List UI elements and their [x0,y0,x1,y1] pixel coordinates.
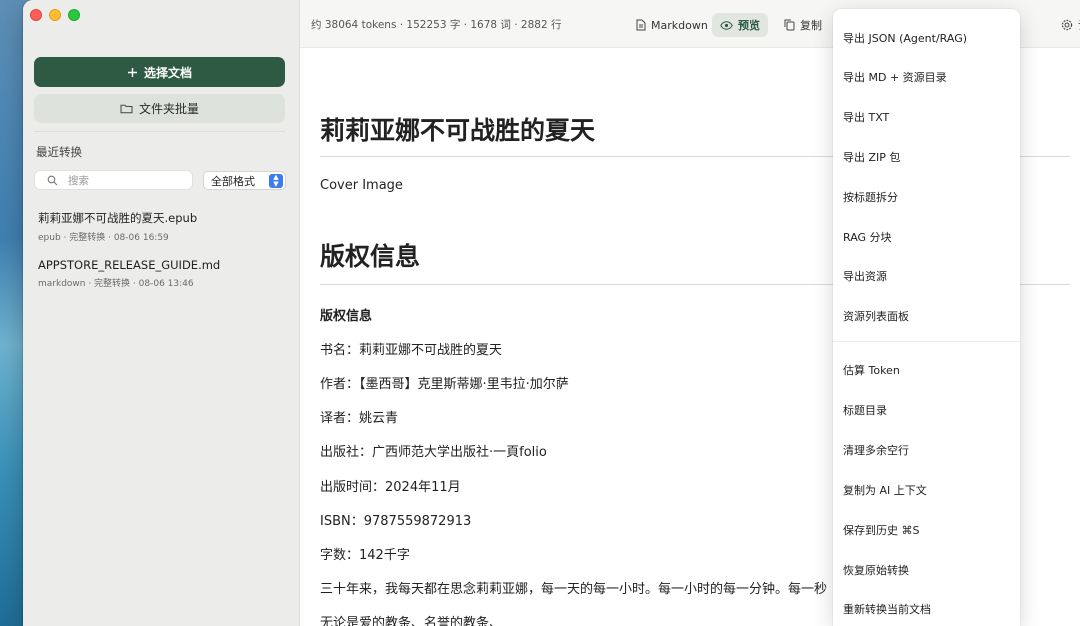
search-icon [47,175,58,186]
menu-item-restore-original[interactable]: 恢复原始转换 [843,562,909,578]
menu-item-split-by-heading[interactable]: 按标题拆分 [843,189,898,205]
menu-item-export-md-assets[interactable]: 导出 MD + 资源目录 [843,69,947,85]
menu-item-rag-chunk[interactable]: RAG 分块 [843,229,892,245]
document-icon [636,19,646,31]
content-line: 三十年来，我每天都在思念莉莉亚娜，每一天的每一小时。每一小时的每一分钟。每一秒 [320,582,828,597]
settings-button[interactable]: 设置 [1053,13,1080,37]
content-line: 书名：莉莉亚娜不可战胜的夏天 [320,343,503,358]
export-dropdown-menu: 导出 JSON (Agent/RAG) 导出 MD + 资源目录 导出 TXT … [833,9,1020,626]
document-stats: 约 38064 tokens · 152253 字 · 1678 词 · 288… [311,19,562,31]
eye-icon [720,20,733,30]
updown-chevron-icon: ▲ ▼ [269,173,283,188]
recent-item-meta: markdown · 完整转换 · 08-06 13:46 [38,279,194,289]
copyright-heading: 版权信息 [320,242,421,271]
search-input[interactable]: 搜索 [34,170,193,190]
menu-item-clean-blank-lines[interactable]: 清理多余空行 [843,442,909,458]
content-line: 出版时间：2024年11月 [320,480,461,495]
recent-item[interactable]: 莉莉亚娜不可战胜的夏天.epub epub · 完整转换 · 08-06 16:… [38,210,197,243]
gear-icon [1061,19,1073,31]
folder-batch-button[interactable]: 文件夹批量 [34,94,285,123]
sidebar-divider [34,131,285,132]
markdown-tab-button[interactable]: Markdown [628,13,716,37]
plus-icon [127,67,138,78]
preview-tab-button[interactable]: 预览 [712,13,768,37]
menu-item-export-assets[interactable]: 导出资源 [843,268,887,284]
recent-item[interactable]: APPSTORE_RELEASE_GUIDE.md markdown · 完整转… [38,258,220,289]
recent-item-name: 莉莉亚娜不可战胜的夏天.epub [38,211,198,225]
content-line: 出版社：广西师范大学出版社·一頁folio [320,445,547,460]
cover-image-text: Cover Image [320,178,403,193]
content-line: 译者：姚云青 [320,411,399,426]
copy-icon [784,19,795,31]
format-select-value: 全部格式 [211,174,255,188]
menu-item-export-json[interactable]: 导出 JSON (Agent/RAG) [843,30,967,46]
content-line: 作者：【墨西哥】克里斯蒂娜·里韦拉·加尔萨 [320,377,569,392]
menu-item-copy-ai-context[interactable]: 复制为 AI 上下文 [843,482,927,498]
recent-section-title: 最近转换 [36,145,82,159]
folder-batch-label: 文件夹批量 [138,102,199,116]
select-document-label: 选择文档 [143,65,192,80]
copyright-subheading: 版权信息 [320,309,373,324]
content-line: 无论是爱的教条、名誉的教条、 [320,616,503,626]
content-line: 字数：142千字 [320,548,410,563]
recent-item-name: APPSTORE_RELEASE_GUIDE.md [38,258,221,272]
recent-item-meta: epub · 完整转换 · 08-06 16:59 [38,233,169,243]
markdown-tab-label: Markdown [651,18,708,32]
document-title: 莉莉亚娜不可战胜的夏天 [320,116,596,145]
menu-item-estimate-token[interactable]: 估算 Token [843,362,900,378]
menu-item-export-txt[interactable]: 导出 TXT [843,109,889,125]
menu-item-reconvert-document[interactable]: 重新转换当前文档 [843,601,931,617]
zoom-window-button[interactable] [68,9,80,21]
format-select[interactable]: 全部格式 ▲ ▼ [203,171,286,190]
content-line: ISBN：9787559872913 [320,514,472,529]
close-window-button[interactable] [30,9,42,21]
minimize-window-button[interactable] [49,9,61,21]
sidebar: 选择文档 文件夹批量 最近转换 搜索 全部格式 ▲ ▼ 莉莉亚娜不可战胜的夏天.e… [23,0,300,626]
menu-item-asset-list-panel[interactable]: 资源列表面板 [843,308,909,324]
select-document-button[interactable]: 选择文档 [34,57,285,87]
preview-tab-label: 预览 [738,19,760,32]
menu-separator [833,341,1020,342]
copy-button[interactable]: 复制 [776,13,830,37]
folder-icon [120,103,133,114]
copy-label: 复制 [800,19,822,32]
menu-item-export-zip[interactable]: 导出 ZIP 包 [843,149,900,165]
window-controls [30,9,80,21]
menu-item-save-history[interactable]: 保存到历史 ⌘S [843,522,919,538]
search-placeholder: 搜索 [68,174,89,187]
menu-item-heading-toc[interactable]: 标题目录 [843,402,887,418]
